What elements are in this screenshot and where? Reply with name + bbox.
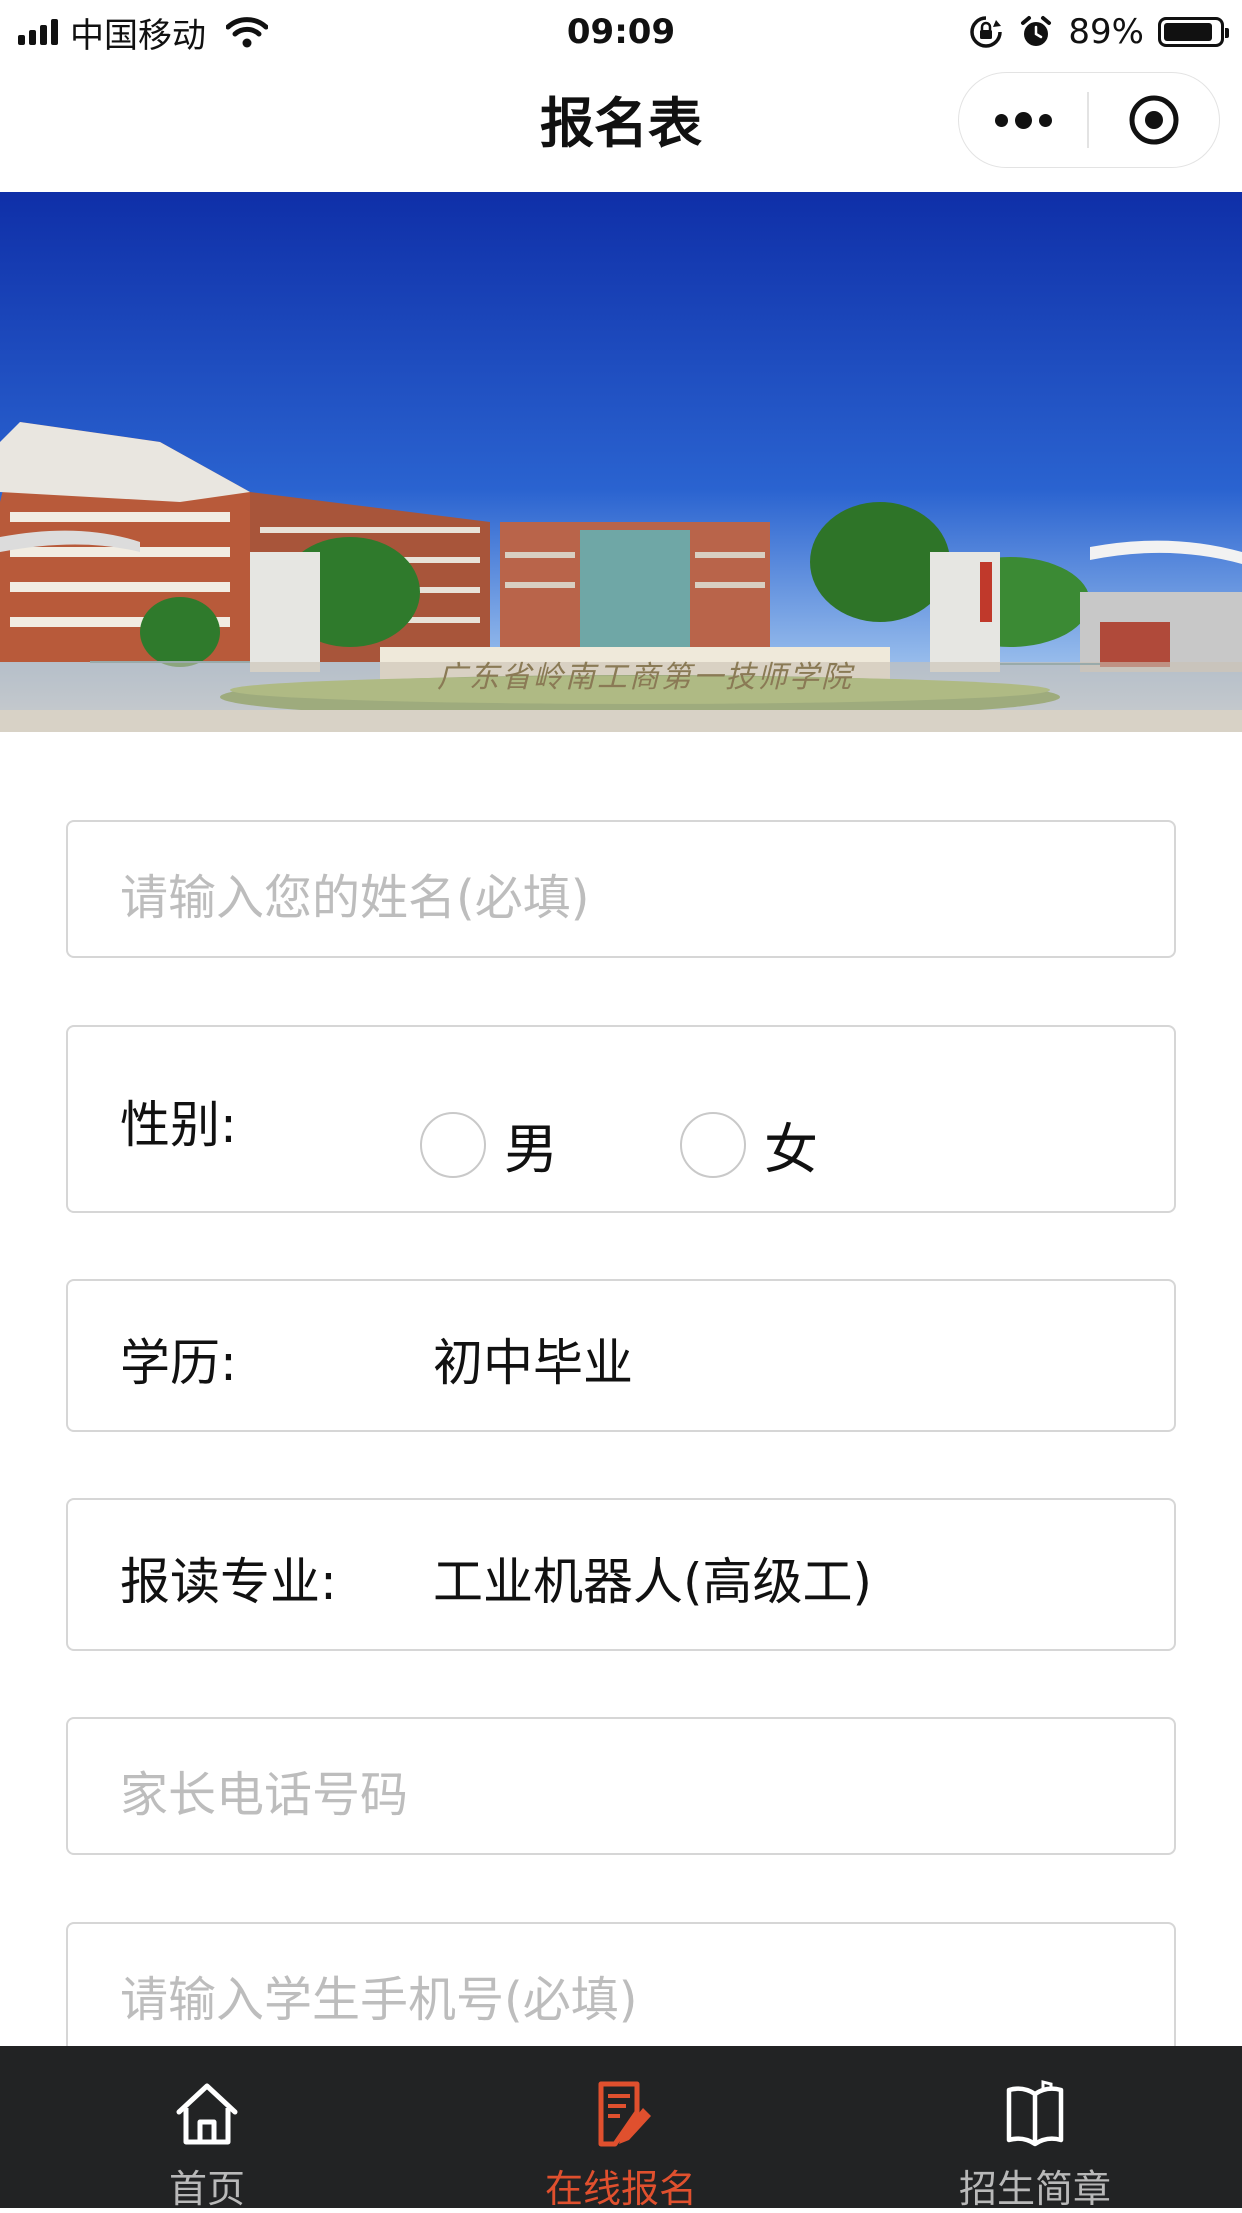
education-value: 初中毕业 bbox=[433, 1334, 633, 1392]
tab-online-signup-label: 在线报名 bbox=[544, 2167, 697, 2211]
major-value: 工业机器人(高级工) bbox=[433, 1553, 873, 1611]
gender-label: 性别: bbox=[120, 1096, 237, 1154]
carrier-name: 中国移动 bbox=[70, 15, 206, 56]
tab-online-signup[interactable]: 在线报名 bbox=[414, 2046, 828, 2211]
battery-percent: 89% bbox=[1068, 12, 1144, 52]
education-select[interactable]: 学历: 初中毕业 bbox=[66, 1279, 1176, 1432]
nav-bar: 报名表 bbox=[0, 62, 1242, 192]
battery-icon bbox=[1158, 17, 1229, 47]
tab-home[interactable]: 首页 bbox=[0, 2046, 414, 2211]
tab-home-label: 首页 bbox=[168, 2167, 245, 2211]
orientation-lock-icon bbox=[970, 16, 1003, 48]
student-phone-input[interactable]: 请输入学生手机号(必填) bbox=[66, 1922, 1176, 2060]
mini-program-capsule bbox=[958, 72, 1220, 168]
education-label: 学历: bbox=[120, 1334, 237, 1392]
parent-phone-placeholder: 家长电话号码 bbox=[120, 1767, 409, 1823]
major-label: 报读专业: bbox=[120, 1553, 337, 1611]
status-bar: 中国移动 09:09 89% bbox=[0, 0, 1242, 62]
home-icon bbox=[176, 2083, 238, 2145]
student-phone-placeholder: 请输入学生手机号(必填) bbox=[120, 1972, 638, 2028]
more-dots-icon[interactable] bbox=[959, 73, 1087, 167]
parent-phone-input[interactable]: 家长电话号码 bbox=[66, 1717, 1176, 1855]
tab-admission-guide-label: 招生简章 bbox=[958, 2167, 1111, 2211]
campus-banner-image: 广东省岭南工商第一技师学院 bbox=[0, 192, 1242, 732]
target-close-icon[interactable] bbox=[1089, 73, 1219, 167]
major-select[interactable]: 报读专业: 工业机器人(高级工) bbox=[66, 1498, 1176, 1651]
name-input[interactable]: 请输入您的姓名(必填) bbox=[66, 820, 1176, 958]
signal-strength-icon bbox=[18, 19, 58, 45]
open-book-icon bbox=[1006, 2080, 1064, 2147]
gender-option-male: 男 bbox=[504, 1118, 558, 1181]
status-bar-right: 89% bbox=[968, 8, 1229, 56]
tab-admission-guide[interactable]: 招生简章 bbox=[828, 2046, 1242, 2211]
radio-circle-icon bbox=[420, 1111, 486, 1178]
edit-form-icon bbox=[598, 2081, 651, 2147]
status-bar-left: 中国移动 bbox=[18, 8, 268, 56]
gender-radio-female[interactable]: 女 bbox=[680, 1105, 818, 1184]
name-input-placeholder: 请输入您的姓名(必填) bbox=[120, 870, 590, 926]
alarm-icon bbox=[1021, 16, 1052, 46]
wifi-icon bbox=[226, 17, 268, 48]
battery-level bbox=[1164, 23, 1213, 41]
radio-circle-icon bbox=[680, 1111, 746, 1178]
gender-option-female: 女 bbox=[764, 1118, 818, 1181]
gender-radio-male[interactable]: 男 bbox=[420, 1105, 558, 1184]
gender-field: 性别: 男 女 bbox=[66, 1025, 1176, 1213]
banner-sign-text: 广东省岭南工商第一技师学院 bbox=[437, 660, 853, 695]
tab-bar: 首页 在线报名 招生简章 bbox=[0, 2046, 1242, 2211]
